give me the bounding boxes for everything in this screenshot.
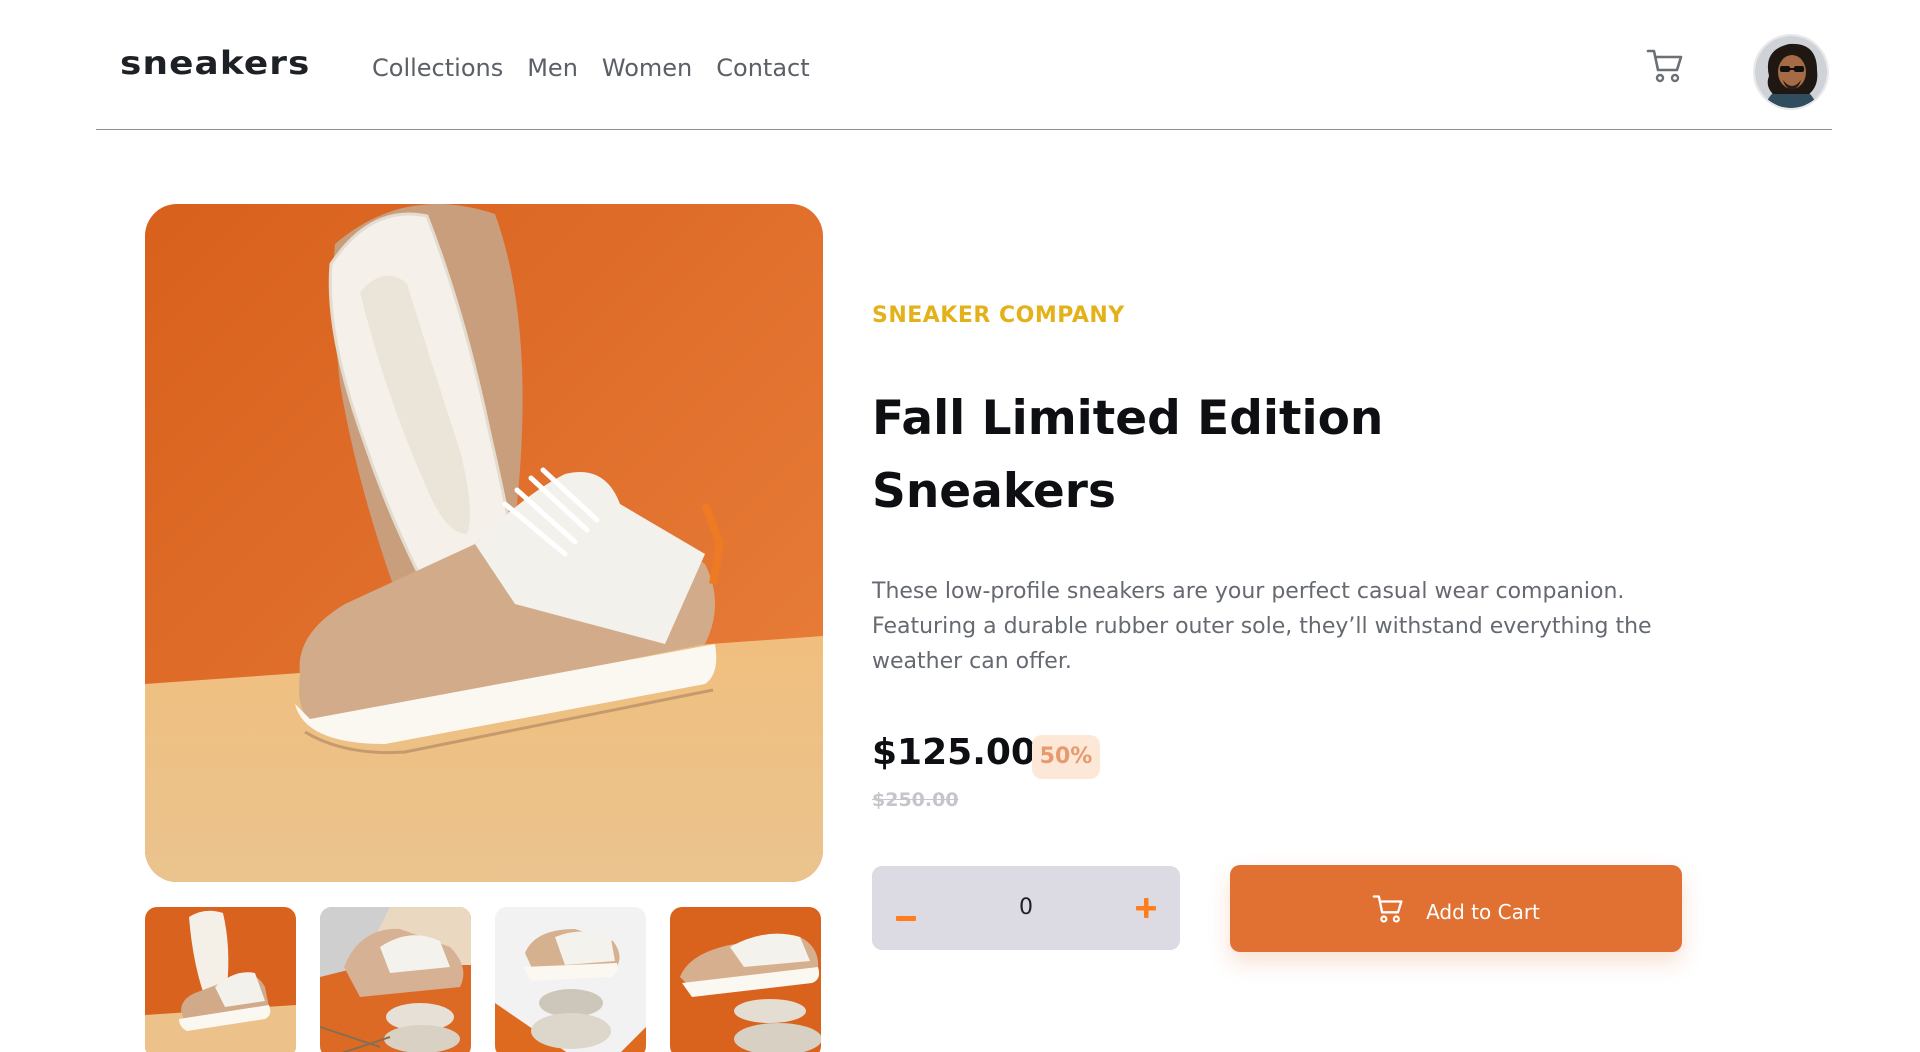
quantity-value[interactable]: 0 <box>972 866 1080 950</box>
nav-link-contact[interactable]: Contact <box>716 54 809 82</box>
plus-icon <box>1136 897 1156 918</box>
thumbnail-3[interactable] <box>495 907 646 1052</box>
current-price: $125.00 <box>872 732 1036 773</box>
minus-icon <box>896 915 916 921</box>
nav-link-men[interactable]: Men <box>527 54 578 82</box>
nav-link-women[interactable]: Women <box>602 54 692 82</box>
product-main-image[interactable] <box>145 204 823 882</box>
cart-icon[interactable] <box>1646 48 1684 84</box>
increase-quantity-button[interactable] <box>1116 866 1176 950</box>
quantity-stepper: 0 <box>872 866 1180 950</box>
main-nav: Collections Men Women Contact <box>372 54 810 82</box>
avatar[interactable] <box>1753 34 1829 110</box>
decrease-quantity-button[interactable] <box>876 870 936 954</box>
product-title: Fall Limited Edition Sneakers <box>872 391 1384 519</box>
avatar-icon <box>1755 36 1827 108</box>
original-price: $250.00 <box>872 789 959 811</box>
thumbnail-1[interactable] <box>145 907 296 1052</box>
site-header: sneakers Collections Men Women Contact <box>96 0 1832 130</box>
company-name: SNEAKER COMPANY <box>872 303 1125 328</box>
nav-link-collections[interactable]: Collections <box>372 54 503 82</box>
product-page: sneakers Collections Men Women Contact S… <box>0 0 1920 1052</box>
add-to-cart-button[interactable]: Add to Cart <box>1230 865 1682 952</box>
discount-badge: 50% <box>1032 735 1100 779</box>
logo[interactable]: sneakers <box>120 44 310 82</box>
thumbnail-2[interactable] <box>320 907 471 1052</box>
product-description: These low-profile sneakers are your perf… <box>872 579 1652 674</box>
add-to-cart-label: Add to Cart <box>1426 899 1540 924</box>
cart-icon <box>1372 894 1403 923</box>
thumbnail-strip <box>145 907 821 1052</box>
thumbnail-4[interactable] <box>670 907 821 1052</box>
